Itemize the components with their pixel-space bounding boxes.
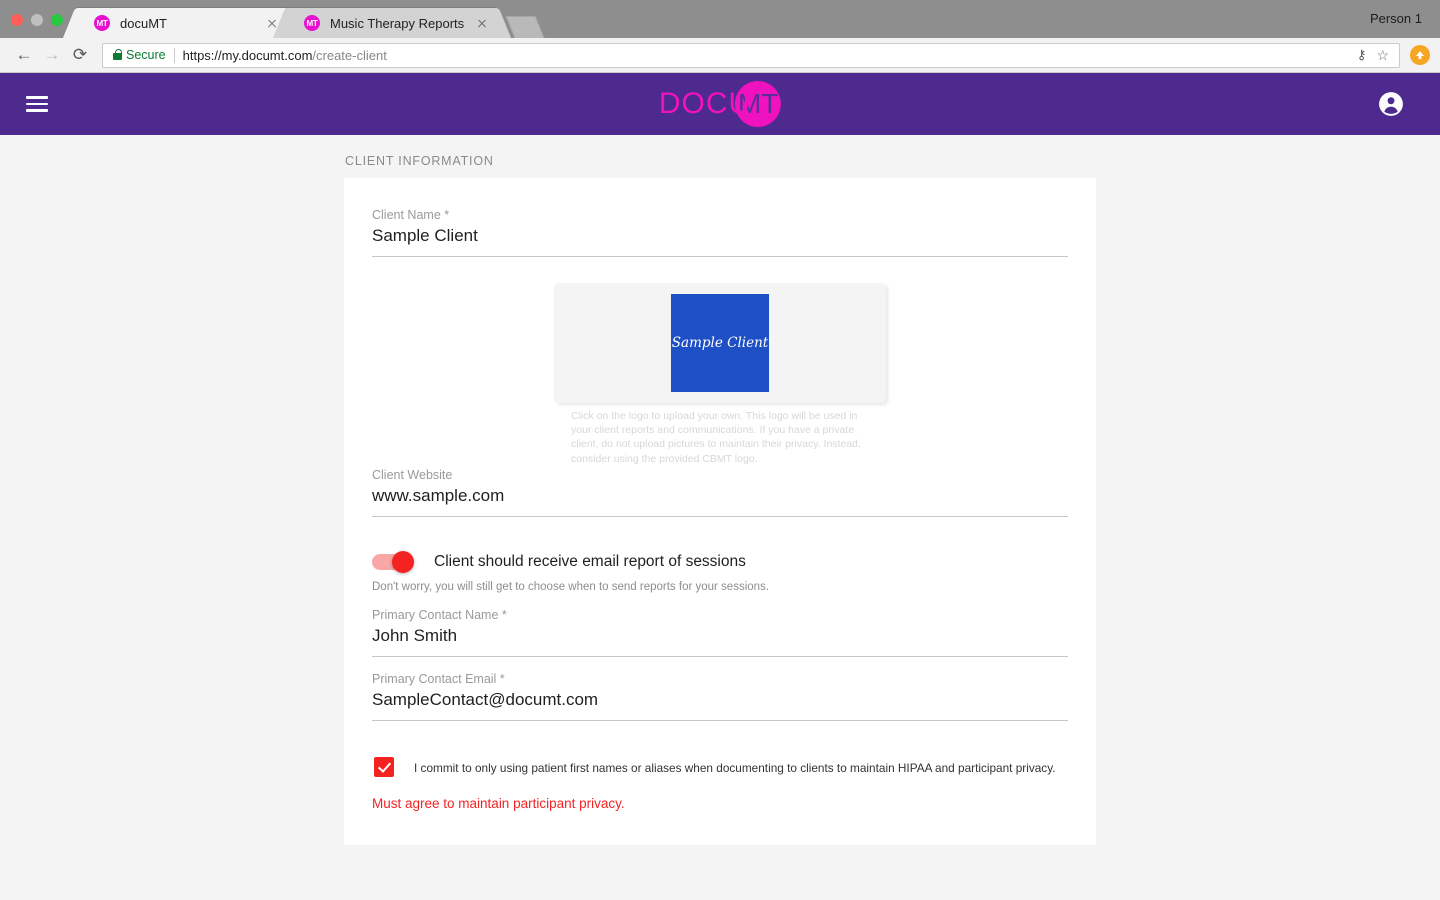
client-name-input[interactable]: Sample Client [372, 225, 1068, 258]
primary-contact-name-field[interactable]: Primary Contact Name * John Smith [372, 608, 1068, 657]
client-website-label: Client Website [372, 467, 453, 482]
email-report-help-text: Don't worry, you will still get to choos… [372, 580, 769, 593]
logo-help-text: Click on the logo to upload your own. Th… [571, 410, 861, 465]
email-report-toggle-row[interactable]: Client should receive email report of se… [372, 550, 1068, 573]
window-traffic-lights [11, 14, 63, 26]
logo-dropzone[interactable]: Sample Client [554, 283, 886, 404]
privacy-commitment-row[interactable]: I commit to only using patient first nam… [372, 757, 1068, 778]
new-tab-button[interactable] [505, 16, 545, 38]
privacy-commitment-label: I commit to only using patient first nam… [414, 761, 1056, 776]
tab-title: docuMT [120, 15, 167, 31]
forward-arrow-icon[interactable]: → [38, 41, 66, 69]
primary-contact-email-input[interactable]: SampleContact@documt.com [372, 689, 1068, 722]
documt-favicon-icon: MT [94, 15, 110, 31]
client-name-label: Client Name * [372, 208, 450, 222]
back-arrow-icon[interactable]: ← [10, 41, 38, 69]
url-domain: https://my.documt.com [182, 47, 313, 63]
email-report-toggle[interactable] [372, 550, 414, 573]
account-icon[interactable] [1378, 91, 1404, 117]
client-logo-uploader[interactable]: Sample Client [372, 283, 1068, 404]
tab-list: MT docuMT MT Music Therapy Reports [76, 8, 545, 38]
primary-contact-email-field[interactable]: Primary Contact Email * SampleContact@do… [372, 671, 1068, 722]
documt-favicon-icon: MT [304, 15, 320, 31]
browser-profile-label[interactable]: Person 1 [1370, 11, 1422, 26]
client-website-input[interactable]: www.sample.com [372, 485, 1068, 517]
key-icon[interactable]: ⚷ [1357, 47, 1367, 63]
window-maximize-button[interactable] [51, 14, 63, 26]
hamburger-menu-icon[interactable] [26, 92, 48, 116]
url-path: /create-client [312, 47, 387, 63]
browser-tab-music-therapy-reports[interactable]: MT Music Therapy Reports [286, 8, 498, 38]
client-website-field[interactable]: Client Website www.sample.com [372, 468, 1068, 517]
bookmark-star-icon[interactable]: ☆ [1376, 47, 1389, 64]
window-close-button[interactable] [11, 14, 23, 26]
app-header: DOCU MT [0, 73, 1440, 135]
brand-text: DOCU [658, 87, 752, 120]
primary-contact-name-label: Primary Contact Name * [372, 607, 507, 622]
client-logo-image-text: Sample Client [671, 335, 769, 351]
tab-title: Music Therapy Reports [330, 15, 465, 31]
secure-label: Secure [126, 48, 166, 62]
browser-profile-avatar-icon[interactable] [1410, 45, 1430, 65]
toggle-thumb [392, 550, 414, 573]
brand-logo[interactable]: DOCU MT [658, 81, 782, 127]
page-content: CLIENT INFORMATION Client Name * Sample … [0, 135, 1440, 875]
close-icon[interactable] [474, 15, 490, 31]
browser-toolbar: ← → ⟳ Secure https://my.documt.com/creat… [0, 38, 1440, 73]
section-title: CLIENT INFORMATION [345, 154, 494, 168]
browser-tab-documt[interactable]: MT docuMT [76, 8, 288, 38]
privacy-commitment-checkbox[interactable] [374, 757, 394, 778]
browser-tab-strip: MT docuMT MT Music Therapy Reports Perso… [0, 0, 1440, 38]
address-bar[interactable]: Secure https://my.documt.com/create-clie… [102, 42, 1400, 68]
reload-icon[interactable]: ⟳ [66, 41, 94, 69]
omnibox-divider [173, 47, 175, 63]
privacy-error-message: Must agree to maintain participant priva… [372, 796, 625, 812]
client-information-card: Client Name * Sample Client Sample Clien… [344, 178, 1096, 846]
client-name-field[interactable]: Client Name * Sample Client [372, 208, 1068, 258]
window-minimize-button[interactable] [31, 14, 43, 26]
email-report-toggle-label: Client should receive email report of se… [434, 552, 746, 570]
primary-contact-name-input[interactable]: John Smith [372, 625, 1068, 657]
primary-contact-email-label: Primary Contact Email * [372, 671, 505, 686]
client-logo-image[interactable]: Sample Client [671, 294, 769, 393]
lock-icon [113, 48, 122, 60]
